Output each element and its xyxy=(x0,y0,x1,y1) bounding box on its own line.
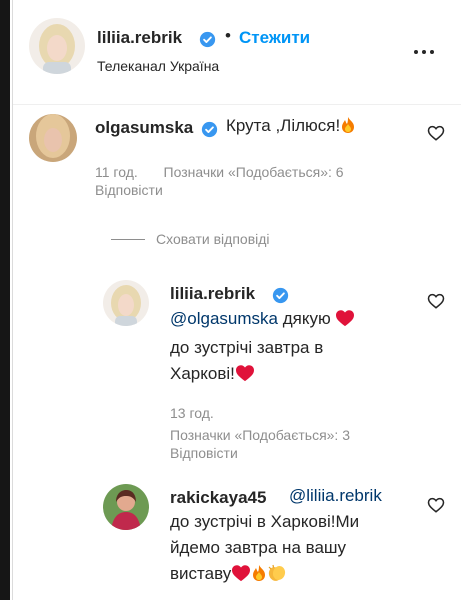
reply-avatar-image xyxy=(103,280,149,326)
fire-emoji-icon xyxy=(251,564,267,590)
reply-line-2: до зустрічі завтра в xyxy=(170,338,324,357)
dot-separator: • xyxy=(225,26,231,45)
heart-outline-icon[interactable] xyxy=(427,124,445,142)
reply-word: дякую xyxy=(277,309,336,328)
post-header: liliia.rebrik • Стежити Телеканал Україн… xyxy=(13,0,461,105)
reply-avatar[interactable] xyxy=(103,280,149,326)
mention-link[interactable]: @liliia.rebrik xyxy=(289,483,382,509)
comment-time[interactable]: 11 год. xyxy=(95,164,138,180)
comment-text: Крута ,Лілюся! xyxy=(226,113,356,142)
reply-line-4: виставу xyxy=(170,561,420,590)
mention-link[interactable]: @olgasumska xyxy=(170,309,278,328)
red-heart-emoji-icon xyxy=(231,564,251,590)
reply-line-3: йдемо завтра на вашу xyxy=(170,538,347,557)
author-username[interactable]: liliia.rebrik xyxy=(97,28,182,48)
hide-replies-button[interactable]: Сховати відповіді xyxy=(156,231,270,247)
author-subtitle: Телеканал Україна xyxy=(97,58,220,74)
reply-username[interactable]: liliia.rebrik xyxy=(170,284,255,304)
reply-reply-button[interactable]: Відповісти xyxy=(170,443,238,463)
reply-text: @olgasumska дякую до зустрічі завтра в Х… xyxy=(170,306,410,390)
commenter-avatar[interactable] xyxy=(29,114,77,162)
more-dots-icon[interactable] xyxy=(414,44,442,60)
reply-likes[interactable]: Позначки «Подобається»: 3 xyxy=(170,425,350,445)
author-avatar-image xyxy=(29,18,85,74)
heart-outline-icon[interactable] xyxy=(427,496,445,514)
comment-body: Крута ,Лілюся! xyxy=(226,116,341,135)
reply-line-3-text: Харкові! xyxy=(170,364,235,383)
red-heart-emoji-icon xyxy=(335,309,355,335)
reply-line-4-text: виставу xyxy=(170,564,232,583)
post-panel: liliia.rebrik • Стежити Телеканал Україн… xyxy=(12,0,461,600)
follow-button[interactable]: Стежити xyxy=(239,28,310,48)
reply-avatar[interactable] xyxy=(103,484,149,530)
background-edge xyxy=(0,0,10,600)
heart-outline-icon[interactable] xyxy=(427,292,445,310)
verified-badge-icon xyxy=(199,31,216,53)
commenter-avatar-image xyxy=(29,114,77,162)
comment-username[interactable]: olgasumska xyxy=(95,118,193,138)
author-avatar[interactable] xyxy=(29,18,85,74)
reply-time[interactable]: 13 год. xyxy=(170,403,214,423)
reply-avatar-image xyxy=(103,484,149,530)
fire-emoji-icon xyxy=(340,116,356,142)
reply-line-3: Харкові! xyxy=(170,361,410,390)
comment-meta: 11 год. Позначки «Подобається»: 6 xyxy=(95,162,395,182)
reply-username[interactable]: rakickaya45 xyxy=(170,488,266,508)
comment-likes[interactable]: Позначки «Подобається»: 6 xyxy=(164,164,344,180)
reply-text: до зустрічі в Харкові!Ми йдемо завтра на… xyxy=(170,509,420,590)
reply-line-2: до зустрічі в Харкові!Ми xyxy=(170,512,360,531)
comment-reply-button[interactable]: Відповісти xyxy=(95,180,163,200)
replies-divider xyxy=(111,239,145,240)
reply-line-1: @olgasumska дякую xyxy=(170,306,410,335)
clapping-hands-emoji-icon xyxy=(267,564,287,590)
red-heart-emoji-icon xyxy=(235,364,255,390)
verified-badge-icon xyxy=(201,121,218,143)
